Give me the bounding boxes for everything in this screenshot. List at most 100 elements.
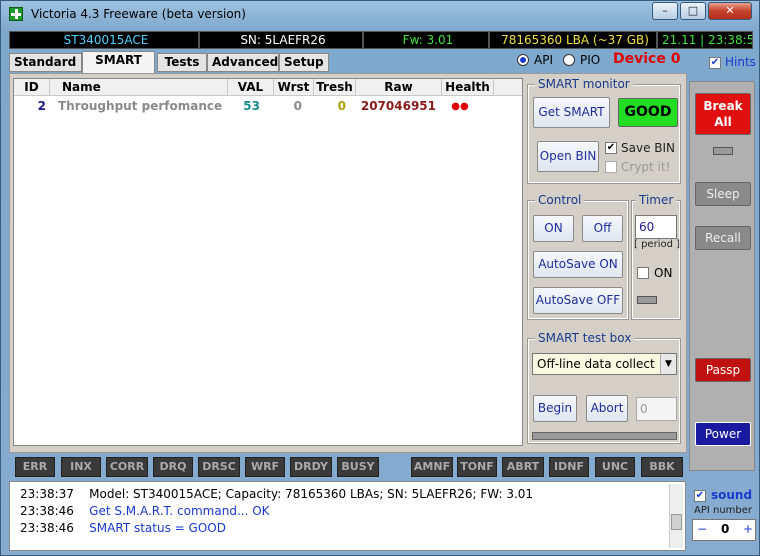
flag-drdy: DRDY: [290, 457, 332, 477]
log-text: Model: ST340015ACE; Capacity: 78165360 L…: [89, 487, 534, 501]
cell-id: 2: [37, 99, 46, 113]
device-label: Device 0: [613, 51, 681, 67]
passp-button[interactable]: Passp: [695, 358, 751, 382]
flag-wrf: WRF: [245, 457, 285, 477]
clock-display: 21.11 | 23:38:5: [657, 31, 753, 49]
tab-tests[interactable]: Tests: [157, 53, 207, 72]
begin-button[interactable]: Begin: [533, 395, 577, 422]
flag-inx: INX: [61, 457, 101, 477]
save-bin-checkbox[interactable]: ✔: [605, 142, 617, 154]
log-scrollbar[interactable]: [669, 484, 683, 548]
flag-amnf: AMNF: [411, 457, 453, 477]
api-number-value: 0: [721, 522, 730, 536]
test-type-select[interactable]: Off-line data collect ▼: [532, 353, 677, 375]
timer-input[interactable]: 60: [635, 215, 677, 239]
pio-label: PIO: [580, 53, 601, 67]
log-time: 23:38:37: [20, 487, 74, 501]
close-button[interactable]: ✕: [708, 2, 752, 20]
timer-label: Timer: [636, 193, 677, 207]
cell-name: Throughput perfomance: [58, 99, 223, 113]
log-scroll-thumb[interactable]: [671, 514, 682, 530]
smart-test-box-label: SMART test box: [535, 331, 635, 345]
autosave-on-button[interactable]: AutoSave ON: [533, 251, 623, 278]
tab-advanced[interactable]: Advanced: [207, 53, 279, 72]
log-entry: 23:38:46 SMART status = GOOD: [20, 520, 226, 536]
flag-err: ERR: [15, 457, 55, 477]
crypt-checkbox[interactable]: [605, 161, 617, 173]
model-display: ST340015ACE: [9, 31, 199, 49]
lba-display: 78165360 LBA (~37 GB): [489, 31, 657, 49]
control-label: Control: [535, 193, 585, 207]
api-increment-button[interactable]: +: [743, 522, 753, 536]
break-all-button[interactable]: Break All: [695, 93, 751, 135]
abort-button[interactable]: Abort: [586, 395, 628, 422]
log-time: 23:38:46: [20, 504, 74, 518]
sound-checkbox[interactable]: ✔: [694, 490, 706, 502]
api-number-stepper[interactable]: − 0 +: [692, 519, 756, 541]
api-label: API: [534, 53, 553, 67]
flag-bbk: BBK: [641, 457, 683, 477]
minimize-button[interactable]: –: [652, 2, 678, 20]
sleep-button[interactable]: Sleep: [695, 182, 751, 206]
app-window: Victoria 4.3 Freeware (beta version) – □…: [0, 0, 760, 556]
tab-standard[interactable]: Standard: [9, 53, 82, 72]
timer-led-indicator: [637, 296, 657, 304]
save-bin-label: Save BIN: [621, 141, 676, 155]
open-bin-button[interactable]: Open BIN: [537, 141, 599, 172]
flag-drsc: DRSC: [198, 457, 240, 477]
window-title: Victoria 4.3 Freeware (beta version): [31, 7, 246, 21]
cell-wrst: 0: [293, 99, 302, 113]
flag-abrt: ABRT: [502, 457, 544, 477]
cell-val: 53: [243, 99, 260, 113]
side-panel: [689, 81, 755, 471]
flag-tonf: TONF: [457, 457, 497, 477]
title-bar: Victoria 4.3 Freeware (beta version) – □…: [1, 1, 760, 29]
test-progress-input[interactable]: 0: [636, 397, 677, 421]
flag-corr: CORR: [106, 457, 148, 477]
flag-drq: DRQ: [153, 457, 193, 477]
timer-on-label: ON: [654, 266, 673, 280]
api-decrement-button[interactable]: −: [697, 522, 707, 536]
cell-health: ●●: [451, 101, 469, 112]
smart-status-badge: GOOD: [618, 98, 678, 127]
power-button[interactable]: Power: [695, 422, 751, 446]
table-row[interactable]: 2 Throughput perfomance 53 0 0 207046951…: [14, 79, 522, 119]
smart-monitor-label: SMART monitor: [535, 77, 633, 91]
hints-label: Hints: [725, 55, 756, 69]
api-number-label: API number: [694, 505, 753, 516]
crypt-label: Crypt it!: [621, 160, 671, 174]
control-off-button[interactable]: Off: [582, 215, 623, 242]
log-text: SMART status = GOOD: [89, 521, 226, 535]
log-entry: 23:38:37 Model: ST340015ACE; Capacity: 7…: [20, 486, 533, 502]
log-text: Get S.M.A.R.T. command... OK: [89, 504, 270, 518]
cell-raw: 207046951: [360, 99, 436, 113]
timer-period-label: [ period ]: [634, 239, 681, 250]
maximize-button[interactable]: □: [680, 2, 706, 20]
pio-radio[interactable]: [563, 54, 575, 66]
app-cross-icon: [9, 7, 23, 21]
tab-smart[interactable]: SMART: [82, 51, 155, 73]
test-type-value: Off-line data collect: [537, 357, 655, 371]
cell-tresh: 0: [337, 99, 346, 113]
activity-led-indicator: [713, 147, 733, 155]
control-on-button[interactable]: ON: [533, 215, 574, 242]
autosave-off-button[interactable]: AutoSave OFF: [533, 287, 623, 314]
flag-idnf: IDNF: [549, 457, 589, 477]
hints-checkbox[interactable]: ✔: [709, 57, 721, 69]
flag-unc: UNC: [595, 457, 635, 477]
serial-display: SN: 5LAEFR26: [199, 31, 363, 49]
api-radio-dot: [520, 57, 526, 63]
smart-grid: ID Name VAL Wrst Tresh Raw Health 2 Thro…: [13, 78, 523, 446]
tab-setup[interactable]: Setup: [279, 53, 329, 72]
firmware-display: Fw: 3.01: [363, 31, 489, 49]
api-radio[interactable]: [517, 54, 529, 66]
log-entry: 23:38:46 Get S.M.A.R.T. command... OK: [20, 503, 270, 519]
timer-on-checkbox[interactable]: [637, 267, 649, 279]
test-progress-bar: [532, 432, 677, 440]
chevron-down-icon[interactable]: ▼: [660, 354, 676, 374]
recall-button[interactable]: Recall: [695, 226, 751, 250]
get-smart-button[interactable]: Get SMART: [533, 97, 610, 128]
sound-label: sound: [711, 488, 753, 502]
flag-busy: BUSY: [337, 457, 379, 477]
log-panel[interactable]: 23:38:37 Model: ST340015ACE; Capacity: 7…: [9, 481, 686, 551]
